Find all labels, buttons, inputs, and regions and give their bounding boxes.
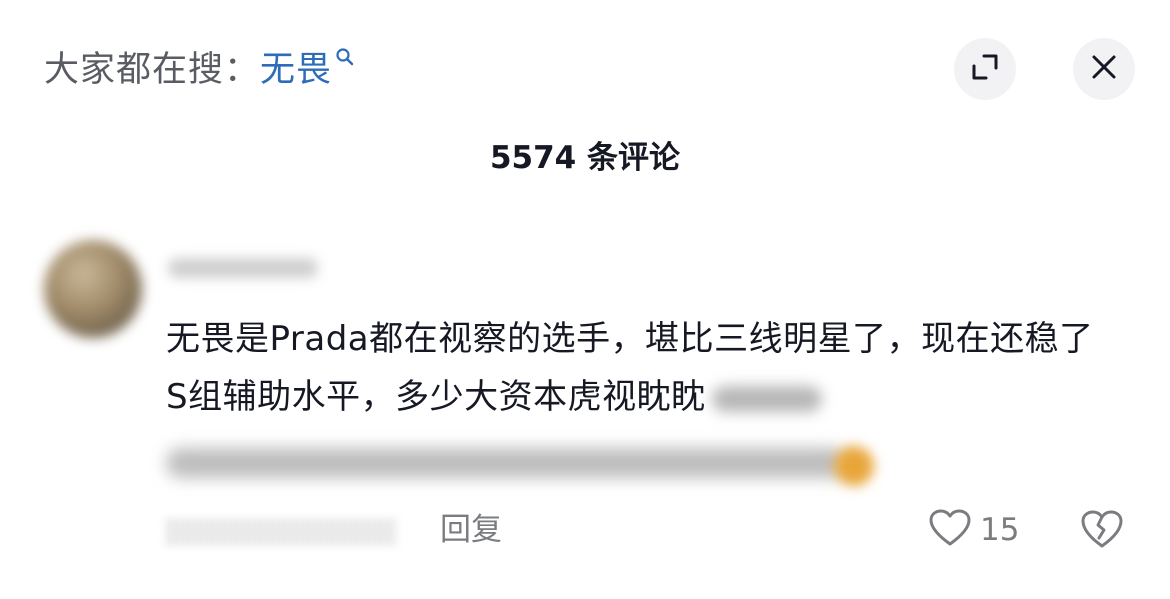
search-icon (335, 32, 355, 80)
comment-body: 无畏是Prada都在视察的选手，堪比三线明星了，现在还稳了S组辅助水平，多少大资… (166, 310, 1106, 426)
comment-count-title: 5574 条评论 (489, 140, 681, 176)
comment-meta-blurred (166, 518, 396, 546)
trending-search-prefix: 大家都在搜： (44, 50, 261, 90)
emoji-blurred (834, 446, 874, 486)
like-count: 15 (980, 512, 1020, 548)
close-button[interactable] (1073, 38, 1135, 100)
like-button[interactable]: 15 (928, 508, 1019, 552)
close-icon (1090, 53, 1118, 85)
expand-button[interactable] (954, 38, 1016, 100)
reply-button[interactable]: 回复 (440, 508, 502, 552)
heart-icon (928, 508, 972, 552)
trending-search-keyword[interactable]: 无畏 (260, 50, 332, 90)
dislike-button[interactable] (1080, 508, 1124, 554)
broken-heart-icon (1080, 510, 1124, 554)
comment-text-visible: 无畏是Prada都在视察的选手，堪比三线明星了，现在还稳了S组辅助水平，多少大资… (166, 319, 1094, 417)
username-blurred[interactable] (168, 258, 318, 278)
comment-text-blurred (711, 385, 822, 412)
comment-text-blurred-line (166, 448, 846, 478)
avatar[interactable] (44, 240, 142, 338)
expand-icon (970, 52, 1000, 86)
trending-search-bar[interactable]: 大家都在搜：无畏 (44, 46, 355, 94)
